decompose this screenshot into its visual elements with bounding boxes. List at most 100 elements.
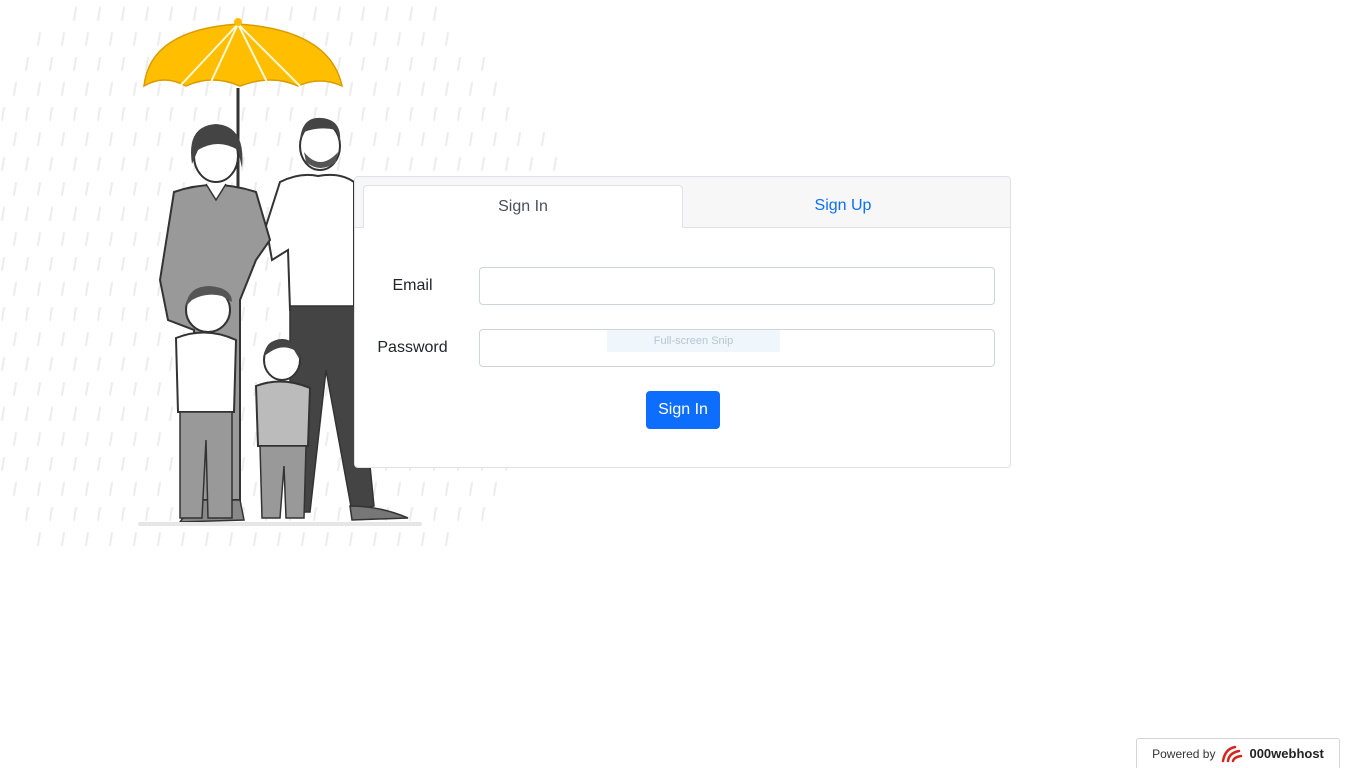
rain-streak [97,507,101,521]
rain-streak [109,82,113,96]
rain-streak [325,32,329,46]
rain-streak [253,532,257,546]
rain-streak [157,382,161,396]
rain-streak [85,82,89,96]
rain-streak [397,32,401,46]
rain-streak [433,107,437,121]
rain-streak [241,407,245,421]
rain-streak [169,507,173,521]
rain-streak [133,32,137,46]
rain-streak [193,107,197,121]
rain-streak [397,82,401,96]
rain-streak [145,407,149,421]
rain-streak [97,257,101,271]
rain-streak [157,132,161,146]
rain-streak [25,357,29,371]
rain-streak [85,382,89,396]
rain-streak [373,482,377,496]
rain-streak [121,107,125,121]
rain-streak [541,132,545,146]
rain-streak [97,357,101,371]
rain-streak [85,482,89,496]
rain-streak [1,307,5,321]
tab-sign-in[interactable]: Sign In [363,185,683,228]
rain-streak [421,532,425,546]
rain-streak [493,132,497,146]
rain-streak [109,232,113,246]
rain-streak [61,482,65,496]
rain-streak [169,107,173,121]
rain-streak [109,432,113,446]
rain-streak [25,407,29,421]
rain-streak [133,82,137,96]
rain-streak [1,157,5,171]
rain-streak [13,482,17,496]
rain-streak [145,7,149,21]
rain-streak [145,207,149,221]
rain-streak [13,282,17,296]
brand-name: 000webhost [1249,746,1324,761]
rain-streak [241,457,245,471]
tab-sign-up[interactable]: Sign Up [683,185,1003,227]
rain-streak [169,357,173,371]
rain-streak [349,32,353,46]
rain-streak [97,307,101,321]
rain-streak [37,182,41,196]
rain-streak [49,357,53,371]
rain-streak [157,332,161,346]
email-field[interactable] [479,267,995,305]
rain-streak [529,157,533,171]
rain-streak [265,107,269,121]
rain-streak [37,282,41,296]
rain-streak [253,332,257,346]
rain-streak [337,157,341,171]
rain-streak [397,482,401,496]
rain-streak [349,532,353,546]
powered-by-badge[interactable]: Powered by 000webhost [1136,738,1340,768]
rain-streak [253,432,257,446]
rain-streak [445,82,449,96]
rain-streak [49,307,53,321]
rain-streak [133,182,137,196]
rain-streak [337,107,341,121]
rain-streak [97,107,101,121]
rain-streak [277,82,281,96]
rain-streak [409,107,413,121]
rain-streak [205,82,209,96]
rain-streak [337,7,341,21]
rain-streak [37,132,41,146]
rain-streak [169,407,173,421]
rain-streak [121,457,125,471]
rain-streak [1,407,5,421]
sign-in-button[interactable]: Sign In [646,391,720,429]
rain-streak [505,157,509,171]
rain-streak [73,357,77,371]
rain-streak [49,507,53,521]
rain-streak [25,207,29,221]
rain-streak [433,7,437,21]
rain-streak [61,32,65,46]
rain-streak [385,157,389,171]
rain-streak [553,157,557,171]
rain-streak [61,432,65,446]
rain-streak [121,307,125,321]
rain-streak [133,232,137,246]
rain-streak [85,332,89,346]
rain-streak [325,532,329,546]
rain-streak [25,257,29,271]
rain-streak [157,182,161,196]
rain-streak [133,332,137,346]
rain-streak [421,132,425,146]
rain-streak [109,382,113,396]
rain-streak [85,132,89,146]
rain-streak [37,482,41,496]
rain-streak [385,7,389,21]
rain-streak [241,107,245,121]
rain-streak [37,532,41,546]
rain-streak [421,32,425,46]
rain-streak [49,257,53,271]
rain-streak [25,107,29,121]
password-field[interactable] [479,329,995,367]
rain-streak [265,257,269,271]
rain-streak [217,107,221,121]
